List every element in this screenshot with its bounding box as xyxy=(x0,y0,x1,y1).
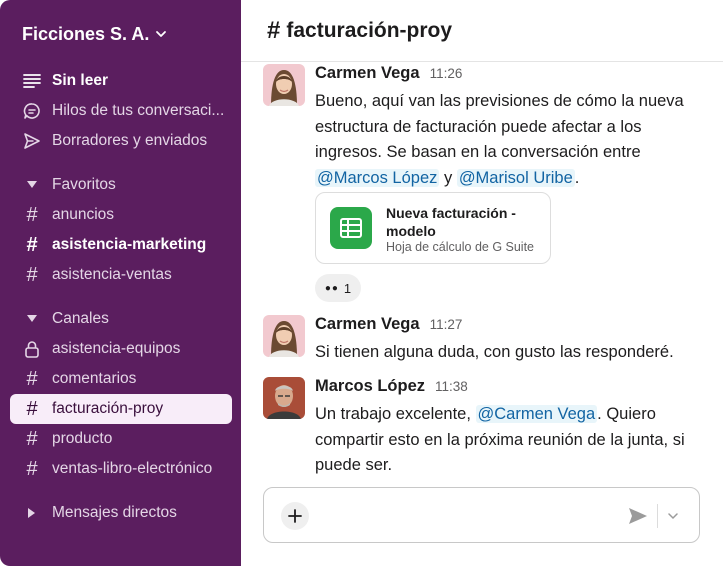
message-time[interactable]: 11:26 xyxy=(430,66,463,81)
message-author[interactable]: Marcos López xyxy=(315,377,425,396)
channel-label: ventas-libro-electrónico xyxy=(52,460,213,477)
send-icon xyxy=(22,131,42,151)
sidebar-item-asistencia-marketing[interactable]: # asistencia-marketing xyxy=(10,230,232,260)
message-author[interactable]: Carmen Vega xyxy=(315,315,420,334)
sidebar-item-drafts[interactable]: Borradores y enviados xyxy=(10,126,232,156)
mention[interactable]: @Marcos López xyxy=(315,168,440,187)
threads-icon xyxy=(22,101,42,121)
message-text: Un trabajo excelente, @Carmen Vega. Quie… xyxy=(315,402,710,479)
reaction-eyes[interactable]: ●● 1 xyxy=(315,274,361,302)
divider xyxy=(657,504,658,528)
sidebar-item-anuncios[interactable]: # anuncios xyxy=(10,200,232,230)
section-channels[interactable]: Canales xyxy=(10,305,232,333)
caret-down-icon xyxy=(24,311,40,327)
sidebar-item-producto[interactable]: # producto xyxy=(10,424,232,454)
hash-icon: # xyxy=(267,16,281,44)
message-text: Bueno, aquí van las previsiones de cómo … xyxy=(315,89,710,191)
message-time[interactable]: 11:27 xyxy=(430,317,463,332)
channel-label: facturación-proy xyxy=(52,400,164,417)
text-segment: . xyxy=(574,168,580,187)
message: Carmen Vega 11:26 Bueno, aquí van las pr… xyxy=(263,64,713,304)
text-segment: Un trabajo excelente, xyxy=(315,405,476,423)
message: Carmen Vega 11:27 Si tienen alguna duda,… xyxy=(263,315,713,365)
chevron-down-icon xyxy=(156,31,167,37)
sidebar-item-asistencia-equipos[interactable]: asistencia-equipos xyxy=(10,334,232,364)
chevron-down-icon xyxy=(668,513,678,520)
hash-icon: # xyxy=(26,234,38,256)
hash-icon: # xyxy=(26,458,38,480)
workspace-name: Ficciones S. A. xyxy=(22,23,150,44)
section-label: Canales xyxy=(52,310,109,327)
text-segment: Bueno, aquí van las previsiones de cómo … xyxy=(315,92,684,161)
channel-label: producto xyxy=(52,430,113,447)
section-favorites[interactable]: Favoritos xyxy=(10,171,232,199)
message-input[interactable] xyxy=(322,498,612,534)
hash-icon: # xyxy=(26,368,38,390)
message: Marcos López 11:38 Un trabajo excelente,… xyxy=(263,377,713,477)
sidebar-item-comentarios[interactable]: # comentarios xyxy=(10,364,232,394)
message-text: Si tienen alguna duda, con gusto las res… xyxy=(315,343,674,361)
add-button[interactable] xyxy=(281,502,309,530)
lock-icon xyxy=(22,339,42,359)
hash-icon: # xyxy=(26,428,38,450)
sidebar-item-asistencia-ventas[interactable]: # asistencia-ventas xyxy=(10,260,232,290)
channel-title: facturación-proy xyxy=(286,18,453,42)
channel-label: anuncios xyxy=(52,206,115,223)
mention[interactable]: @Carmen Vega xyxy=(475,405,598,423)
avatar[interactable] xyxy=(263,64,305,106)
text-segment: y xyxy=(439,168,457,187)
sidebar-item-unread[interactable]: Sin leer xyxy=(10,66,232,96)
hash-icon: # xyxy=(26,264,38,286)
sidebar-item-label: Hilos de tus conversaci... xyxy=(52,102,225,119)
channel-label: asistencia-equipos xyxy=(52,340,181,357)
send-icon xyxy=(629,508,647,524)
channel-label: comentarios xyxy=(52,370,137,387)
plus-icon xyxy=(288,509,302,523)
channel-header[interactable]: # facturación-proy xyxy=(241,0,723,62)
channel-view: # facturación-proy Carmen Vega 11:26 Bue… xyxy=(241,0,723,566)
sidebar-item-ventas-libro-electronico[interactable]: # ventas-libro-electrónico xyxy=(10,454,232,484)
message-author[interactable]: Carmen Vega xyxy=(315,64,420,83)
sidebar-item-label: Sin leer xyxy=(52,72,108,89)
section-direct-messages[interactable]: Mensajes directos xyxy=(10,499,232,527)
unread-icon xyxy=(22,71,42,91)
message-time[interactable]: 11:38 xyxy=(435,379,468,394)
section-label: Favoritos xyxy=(52,176,116,193)
section-label: Mensajes directos xyxy=(52,504,177,521)
hash-icon: # xyxy=(26,398,38,420)
reaction-count: 1 xyxy=(343,280,352,296)
sidebar: Ficciones S. A. Sin leer Hilos de tus co… xyxy=(0,0,241,566)
sidebar-item-threads[interactable]: Hilos de tus conversaci... xyxy=(10,96,232,126)
sidebar-item-facturacion-proy[interactable]: # facturación-proy xyxy=(10,394,232,424)
message-composer xyxy=(263,487,700,543)
channel-label: asistencia-marketing xyxy=(52,236,207,253)
app-window: Ficciones S. A. Sin leer Hilos de tus co… xyxy=(0,0,723,566)
send-options-button[interactable] xyxy=(662,504,684,528)
mention[interactable]: @Marisol Uribe xyxy=(456,168,575,187)
caret-right-icon xyxy=(24,505,40,521)
eyes-emoji-icon: ●● xyxy=(324,282,339,294)
hash-icon: # xyxy=(26,204,38,226)
spreadsheet-icon xyxy=(330,207,372,249)
file-attachment[interactable]: Nueva facturación - modelo Hoja de cálcu… xyxy=(315,192,551,264)
sidebar-item-label: Borradores y enviados xyxy=(52,132,208,149)
avatar[interactable] xyxy=(263,315,305,357)
channel-label: asistencia-ventas xyxy=(52,266,172,283)
workspace-switcher[interactable]: Ficciones S. A. xyxy=(22,22,167,46)
avatar[interactable] xyxy=(263,377,305,419)
attachment-subtitle: Hoja de cálculo de G Suite xyxy=(386,240,535,254)
send-button[interactable] xyxy=(626,504,650,528)
caret-down-icon xyxy=(24,177,40,193)
attachment-title: Nueva facturación - modelo xyxy=(386,205,516,239)
